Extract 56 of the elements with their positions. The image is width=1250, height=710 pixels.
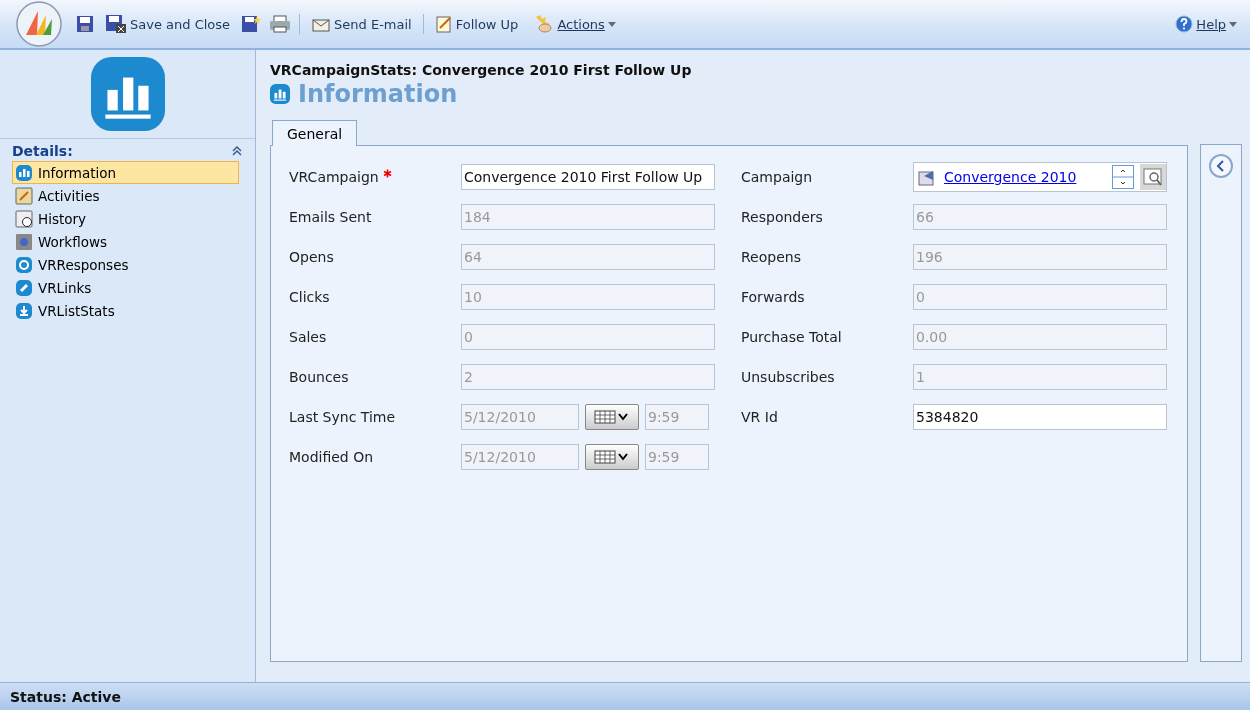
sidebar-item[interactable]: History xyxy=(12,207,239,230)
field-label: Unsubscribes xyxy=(741,369,835,385)
field-label: Modified On xyxy=(289,449,374,465)
tab[interactable]: General xyxy=(272,120,358,146)
field-label: VR Id xyxy=(741,409,778,425)
sidebar-item[interactable]: Information xyxy=(12,161,239,184)
text-field[interactable]: Convergence 2010 First Follow Up xyxy=(461,164,715,190)
sidebar-item[interactable]: VRLinks xyxy=(12,276,239,299)
caret-icon xyxy=(1229,21,1237,27)
save-new-icon[interactable] xyxy=(241,14,262,34)
sidebar-heading: Details: xyxy=(12,143,73,159)
save-close-icon xyxy=(105,14,127,34)
sidebar-item[interactable]: VRResponses xyxy=(12,253,239,276)
field-label: Last Sync Time xyxy=(289,409,396,425)
required-icon xyxy=(382,169,392,178)
field-label: Campaign xyxy=(741,169,813,185)
field-label: Purchase Total xyxy=(741,329,842,345)
help-icon xyxy=(1175,15,1194,33)
field-label: Responders xyxy=(741,209,823,225)
calendar-icon xyxy=(593,449,631,465)
field-label: Bounces xyxy=(289,369,349,385)
collapse-icon[interactable] xyxy=(231,145,243,157)
field-label: Forwards xyxy=(741,289,805,305)
lookup-icon[interactable] xyxy=(1140,164,1166,190)
expand-icon[interactable] xyxy=(1208,153,1234,179)
spinner-icon[interactable] xyxy=(1112,165,1134,189)
notepad-icon xyxy=(434,15,453,33)
field-label: Emails Sent xyxy=(289,209,372,225)
sidebar-item[interactable]: Workflows xyxy=(12,230,239,253)
sidebar-item[interactable]: VRListStats xyxy=(12,299,239,322)
campaign-link[interactable]: Convergence 2010 xyxy=(944,169,1106,185)
section-title: Information xyxy=(298,80,458,108)
field-label: VRCampaign xyxy=(289,169,379,185)
actions-menu[interactable]: Actions xyxy=(529,12,619,36)
lookup-field[interactable]: Convergence 2010 xyxy=(913,162,1167,192)
field-label: Reopens xyxy=(741,249,801,265)
help-menu[interactable]: Help xyxy=(1172,13,1240,35)
save-icon[interactable] xyxy=(76,15,94,33)
toolbar-button[interactable]: Send E-mail xyxy=(308,13,415,35)
status-text: Status: Active xyxy=(10,688,121,705)
chart-icon xyxy=(270,84,290,104)
caret-icon xyxy=(607,21,616,27)
calendar-icon xyxy=(593,409,631,425)
chart-icon xyxy=(15,163,33,182)
download-icon xyxy=(15,301,33,320)
sidebar-item[interactable]: Activities xyxy=(12,184,239,207)
entity-icon xyxy=(90,57,165,131)
text-field[interactable]: 5384820 xyxy=(913,404,1167,430)
notepad-icon xyxy=(15,186,33,205)
field-label: Sales xyxy=(289,329,327,345)
record-title: VRCampaignStats: Convergence 2010 First Follow Up xyxy=(270,62,693,78)
field-label: Clicks xyxy=(289,289,330,305)
toolbar-button[interactable]: Save and Close xyxy=(102,12,234,36)
printer-icon[interactable] xyxy=(269,15,292,33)
field-label: Opens xyxy=(289,249,334,265)
toolbar-button[interactable]: Follow Up xyxy=(431,13,522,35)
